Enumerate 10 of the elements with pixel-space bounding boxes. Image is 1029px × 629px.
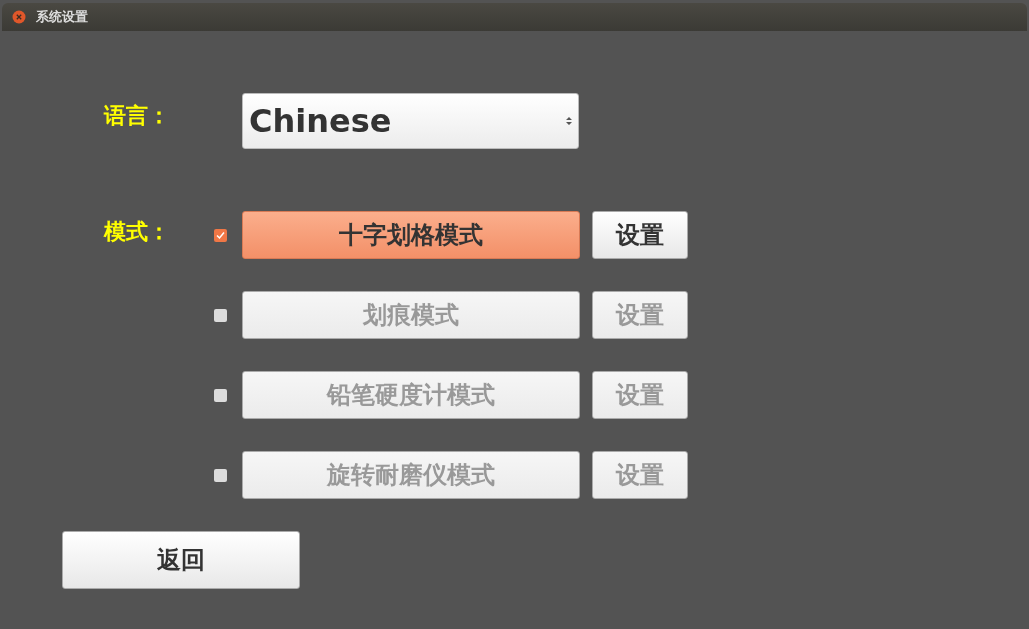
- settings-button[interactable]: 设置: [592, 211, 688, 259]
- language-label: 语言：: [102, 102, 171, 130]
- window-title: 系统设置: [36, 8, 88, 26]
- updown-arrow-icon: [566, 116, 572, 126]
- back-button[interactable]: 返回: [62, 531, 300, 589]
- checkbox[interactable]: [214, 228, 227, 242]
- mode-button[interactable]: 十字划格模式: [242, 211, 580, 259]
- language-dropdown[interactable]: Chinese: [242, 93, 579, 149]
- mode-label: 模式：: [102, 218, 171, 246]
- close-icon[interactable]: [12, 10, 26, 24]
